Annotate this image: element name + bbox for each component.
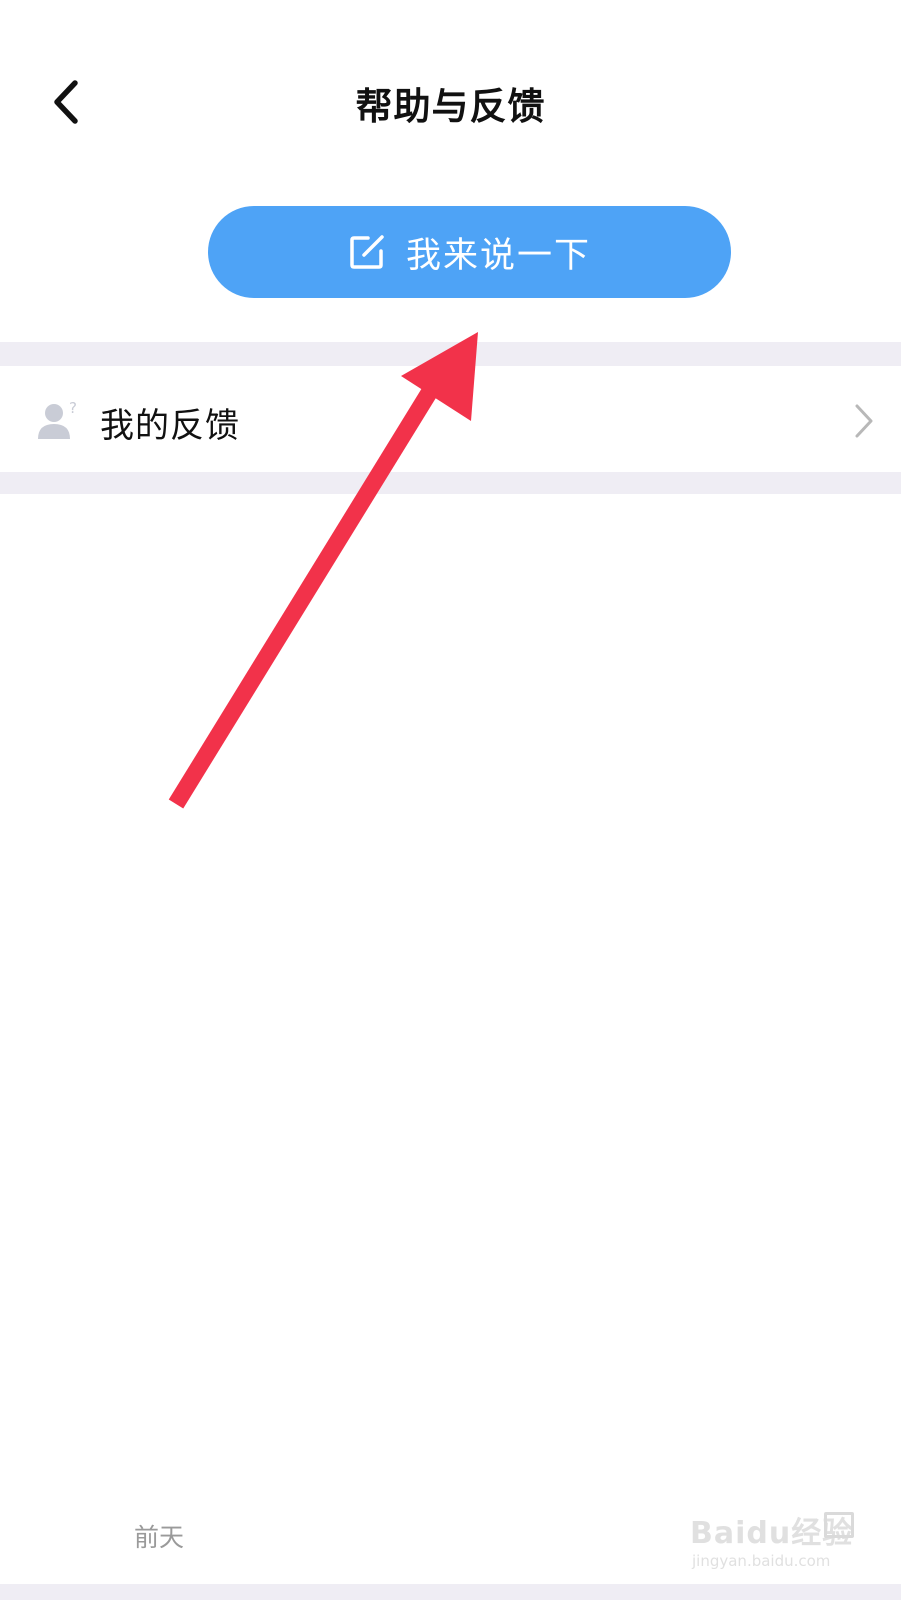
cta-label: 我来说一下 [405,235,591,276]
chevron-right-icon [855,404,873,438]
my-feedback-label: 我的反馈 [100,406,240,446]
section-divider [0,342,901,366]
message-icon [824,1512,854,1538]
content-area [0,494,901,1584]
feedback-cta-button[interactable]: 我来说一下 [208,206,731,298]
svg-text:?: ? [69,399,77,417]
nav-bar: 帮助与反馈 [0,0,901,205]
page-title: 帮助与反馈 [355,85,546,128]
section-divider [0,472,901,494]
watermark-url: jingyan.baidu.com [692,1552,831,1570]
bottom-divider [0,1584,901,1600]
my-feedback-row[interactable]: ? 我的反馈 [0,366,901,472]
baidu-watermark: Baidu经验 jingyan.baidu.com [688,1508,858,1588]
user-question-icon: ? [38,399,77,439]
date-label: 前天 [134,1523,185,1552]
edit-icon [350,235,384,269]
